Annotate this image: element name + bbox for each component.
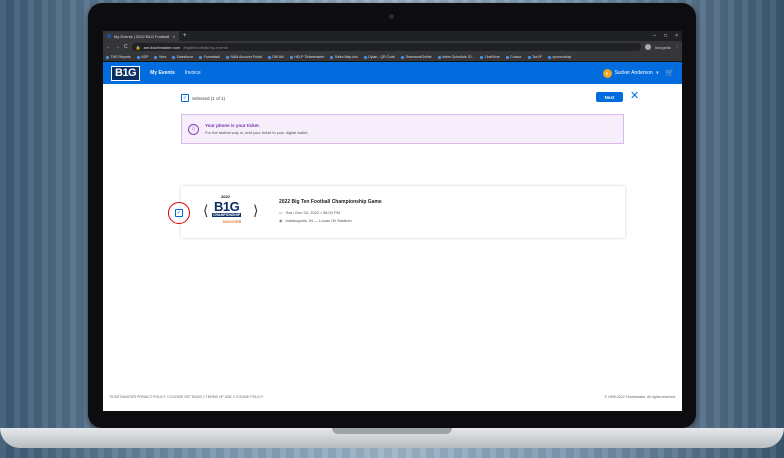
menu-icon[interactable]: ⋮: [675, 45, 679, 50]
logo-main: B1G: [214, 199, 240, 214]
bookmark-item[interactable]: ADP: [136, 55, 148, 59]
location-pin-icon: ◉: [279, 218, 283, 223]
lock-icon: 🔒: [135, 44, 141, 50]
select-all-checkbox[interactable]: ✓: [181, 94, 189, 102]
bookmark-icon: [154, 55, 158, 59]
laptop-notch: [332, 428, 452, 434]
bookmark-icon: [401, 55, 405, 59]
nav-invoice[interactable]: Invoice: [185, 70, 201, 76]
phone-icon: ▯: [188, 123, 199, 135]
bookmark-icon: [136, 55, 140, 59]
avatar: S: [602, 68, 612, 78]
window-close-icon[interactable]: ×: [675, 33, 678, 39]
chevron-down-icon: ∨: [655, 70, 660, 76]
phone-ticket-notice: ▯ Your phone is your ticket. For the fas…: [181, 114, 624, 144]
event-venue-text: Indianapolis, IN — Lucas Oil Stadium: [285, 218, 352, 223]
highlight-circle: ✓: [168, 202, 190, 224]
selection-count: Selected (1 of 1): [192, 95, 226, 101]
bookmark-icon: [289, 55, 293, 59]
bookmark-item[interactable]: Salesforce: [172, 55, 193, 59]
minimize-icon[interactable]: –: [653, 33, 656, 39]
bookmark-item[interactable]: TNS Reports: [106, 55, 131, 59]
bookmark-item[interactable]: TeamworkOnline: [401, 55, 432, 59]
footer-links[interactable]: TICKETMASTER PRIVACY POLICY // COOKIE SE…: [109, 395, 263, 399]
b1g-logo[interactable]: B1G: [111, 65, 141, 81]
logo-bracket-left: ⟨: [203, 202, 209, 218]
main-content: ✓ Selected (1 of 1) Next ✕ ▯ Your phone …: [103, 84, 682, 402]
cart-icon[interactable]: 🛒: [665, 69, 674, 77]
bookmark-item[interactable]: DM AM: [267, 55, 284, 59]
bookmark-item[interactable]: Concur: [505, 55, 522, 59]
calendar-icon: ▭: [279, 210, 283, 215]
bookmark-icon: [106, 55, 109, 59]
bookmark-item[interactable]: Dylan - QR Code: [363, 55, 395, 59]
copyright: © 1999-2022 Ticketmaster. All rights res…: [604, 395, 676, 399]
incognito-icon[interactable]: [644, 44, 651, 50]
nav-my-events[interactable]: My Events: [150, 70, 175, 76]
close-icon[interactable]: ✕: [630, 90, 639, 102]
bookmark-item[interactable]: Formstack: [199, 55, 220, 59]
bookmark-icon: [226, 55, 230, 59]
bookmark-icon: [527, 55, 531, 59]
favicon-icon: [107, 34, 111, 38]
notice-title: Your phone is your ticket.: [205, 123, 260, 128]
bookmark-item[interactable]: Vera: [154, 55, 166, 59]
bookmark-icon: [437, 55, 441, 59]
event-date: ▭ Sat • Dec 03, 2022 • 08:00 PM: [279, 210, 340, 215]
toolbar-actions: Incognito ⋮: [644, 44, 679, 50]
page-footer: TICKETMASTER PRIVACY POLICY // COOKIE SE…: [103, 392, 682, 402]
browser-tab-bar: My Events | 2022 B1G Football C × + – □ …: [103, 31, 682, 41]
bookmark-icon: [199, 55, 203, 59]
laptop-bezel: My Events | 2022 B1G Football C × + – □ …: [88, 3, 696, 428]
bookmark-icon: [172, 55, 176, 59]
event-title: 2022 Big Ten Football Championship Game: [279, 199, 382, 205]
notice-body: Your phone is your ticket. For the faste…: [205, 123, 309, 135]
bookmark-icon: [267, 55, 271, 59]
logo-bracket-right: ⟩: [253, 202, 259, 218]
bookmark-item[interactable]: Intern Schedule 20...: [437, 55, 474, 59]
bookmark-item[interactable]: TaxVF: [527, 55, 542, 59]
bookmark-item[interactable]: OneDrive: [480, 55, 500, 59]
site-header: B1G My Events Invoice S Sucker Anderson …: [103, 62, 682, 84]
profile-label[interactable]: Incognito: [655, 45, 671, 50]
bookmark-icon: [480, 55, 484, 59]
selection-bar: ✓ Selected (1 of 1): [181, 94, 225, 102]
tab-title: My Events | 2022 B1G Football C: [114, 33, 170, 39]
address-bar[interactable]: 🔒 am.ticketmaster.com/bigtenfootball/my-…: [131, 43, 641, 51]
bookmark-item[interactable]: Sales Map.dso: [330, 55, 358, 59]
reload-icon[interactable]: C: [124, 44, 128, 50]
tab-close-icon[interactable]: ×: [173, 34, 175, 39]
bookmark-icon: [547, 55, 551, 59]
championship-logo: ⟨ 2022 B1G CHAMPIONSHIP DISCOVER ⟩: [203, 194, 263, 230]
bookmark-item[interactable]: sponsorship: [547, 55, 571, 59]
url-host: am.ticketmaster.com: [143, 44, 181, 50]
laptop-screen: My Events | 2022 B1G Football C × + – □ …: [103, 31, 682, 411]
maximize-icon[interactable]: □: [664, 33, 667, 39]
event-venue: ◉ Indianapolis, IN — Lucas Oil Stadium: [279, 218, 352, 223]
url-path: /bigtenfootball/my-events: [183, 44, 228, 50]
back-icon[interactable]: ←: [106, 44, 111, 50]
user-menu[interactable]: S Sucker Anderson ∨: [602, 68, 660, 78]
next-button[interactable]: Next: [596, 92, 623, 102]
camera: [389, 14, 394, 19]
event-checkbox[interactable]: ✓: [175, 209, 183, 217]
bookmarks-bar: TNS Reports ADP Vera Salesforce Formstac…: [103, 53, 682, 62]
forward-icon[interactable]: →: [115, 44, 120, 50]
bookmark-item[interactable]: HELP Ticketmaster: [289, 55, 324, 59]
logo-sub: CHAMPIONSHIP: [212, 213, 242, 217]
event-date-text: Sat • Dec 03, 2022 • 08:00 PM: [285, 210, 340, 215]
user-name: Sucker Anderson: [614, 70, 653, 76]
window-controls: – □ ×: [653, 33, 682, 39]
browser-tab[interactable]: My Events | 2022 B1G Football C ×: [103, 31, 179, 41]
bookmark-icon: [363, 55, 367, 59]
bookmark-icon: [505, 55, 509, 59]
bookmark-icon: [330, 55, 334, 59]
bookmark-item[interactable]: NAM Account Portal: [226, 55, 262, 59]
notice-text: For the fastest way in, add your ticket …: [205, 130, 309, 135]
browser-toolbar: ← → C 🔒 am.ticketmaster.com/bigtenfootba…: [103, 41, 682, 53]
event-card[interactable]: ✓ ⟨ 2022 B1G CHAMPIONSHIP DISCOVER ⟩ 202…: [168, 186, 625, 238]
logo-sponsor: DISCOVER: [223, 220, 242, 224]
new-tab-button[interactable]: +: [183, 33, 187, 39]
